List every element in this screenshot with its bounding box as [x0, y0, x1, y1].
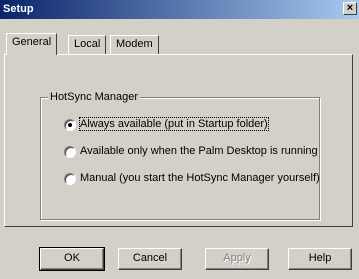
radio-manual-label: Manual (you start the HotSync Manager yo…	[80, 172, 320, 184]
tab-local[interactable]: Local	[68, 35, 107, 54]
window-title: Setup	[3, 3, 34, 15]
tab-general[interactable]: General	[6, 33, 58, 55]
radio-button-unchecked[interactable]	[64, 173, 76, 185]
radio-available-when-running[interactable]: Available only when the Palm Desktop is …	[64, 145, 324, 159]
tab-general-label: General	[12, 36, 52, 48]
radio-always-available-label: Always available (put in Startup folder)	[79, 117, 269, 131]
tab-local-label: Local	[74, 38, 101, 50]
title-bar[interactable]: Setup ×	[0, 0, 359, 19]
ok-button[interactable]: OK	[39, 247, 105, 271]
radio-manual[interactable]: Manual (you start the HotSync Manager yo…	[64, 172, 324, 186]
tab-modem[interactable]: Modem	[110, 35, 159, 54]
help-button[interactable]: Help	[288, 248, 352, 270]
hotsync-manager-group-label: HotSync Manager	[48, 91, 141, 103]
apply-button[interactable]: Apply	[205, 248, 269, 270]
close-icon: ×	[346, 2, 354, 14]
radio-button-checked[interactable]	[64, 119, 76, 131]
tab-modem-label: Modem	[116, 38, 153, 50]
cancel-button[interactable]: Cancel	[118, 248, 182, 270]
radio-button-unchecked[interactable]	[64, 146, 76, 158]
radio-always-available[interactable]: Always available (put in Startup folder)	[64, 117, 284, 132]
setup-dialog: Setup × General Local Modem HotSync Mana…	[0, 0, 359, 279]
radio-dot	[68, 123, 72, 127]
radio-available-when-running-label: Available only when the Palm Desktop is …	[80, 145, 318, 157]
close-button[interactable]: ×	[343, 2, 357, 15]
